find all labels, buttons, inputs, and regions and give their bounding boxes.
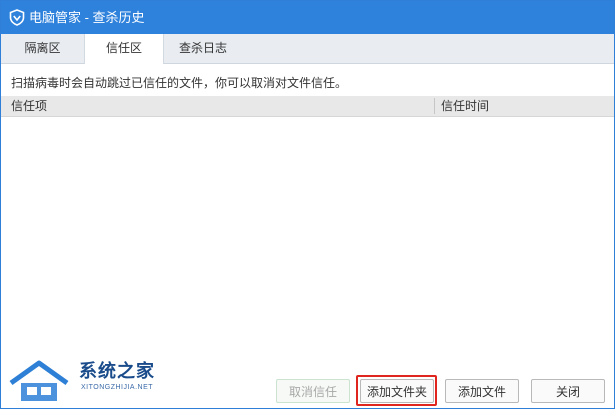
watermark-title: 系统之家 <box>79 361 155 381</box>
tab-quarantine[interactable]: 隔离区 <box>1 34 85 63</box>
column-divider[interactable] <box>434 98 435 114</box>
tab-trusted[interactable]: 信任区 <box>84 34 164 64</box>
close-button[interactable]: 关闭 <box>531 379 605 403</box>
tab-bar: 隔离区 信任区 查杀日志 <box>1 34 614 64</box>
table-header: 信任项 信任时间 <box>1 96 614 117</box>
site-watermark: 系统之家 XITONGZHIJIA.NET <box>7 357 167 407</box>
trust-hint-text: 扫描病毒时会自动跳过已信任的文件，你可以取消对文件信任。 <box>11 76 348 90</box>
tab-scan-log[interactable]: 查杀日志 <box>163 34 243 63</box>
shield-logo-icon <box>9 9 25 26</box>
add-file-button[interactable]: 添加文件 <box>445 379 519 403</box>
column-header-trusted-item[interactable]: 信任项 <box>11 96 47 116</box>
window-title: 电脑管家 - 查杀历史 <box>29 10 145 25</box>
watermark-subtitle: XITONGZHIJIA.NET <box>81 384 154 391</box>
trash-history-window: 电脑管家 - 查杀历史 隔离区 信任区 查杀日志 扫描病毒时会自动跳过已信任的文… <box>0 0 615 409</box>
column-header-trust-time[interactable]: 信任时间 <box>441 96 489 116</box>
trusted-items-table[interactable]: 信任项 信任时间 <box>1 96 614 364</box>
highlight-box <box>356 375 437 406</box>
cancel-trust-button[interactable]: 取消信任 <box>276 379 350 403</box>
house-logo-icon <box>9 360 69 401</box>
title-bar[interactable]: 电脑管家 - 查杀历史 <box>1 1 614 34</box>
